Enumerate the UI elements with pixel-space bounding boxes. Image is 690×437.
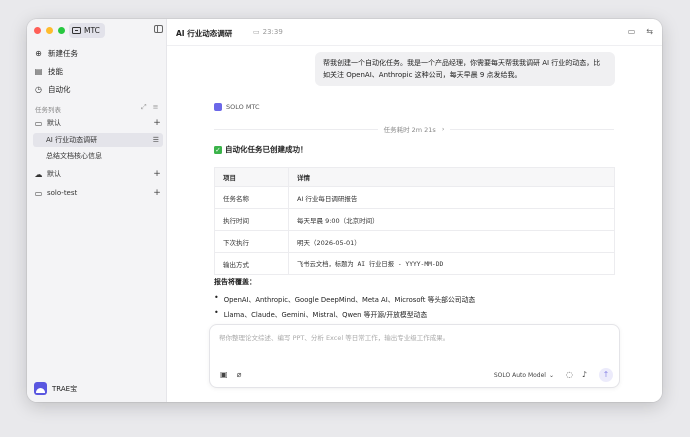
workspace-switcher[interactable]: MTC xyxy=(69,23,105,38)
main-panel: AI 行业动态调研 ▭ 23:39 ▭ ⇆ 帮我创建一个自动化任务。我是一个产品… xyxy=(167,19,662,402)
chevron-down-icon: ⌄ xyxy=(548,372,554,379)
agent-name: SOLO MTC xyxy=(226,103,260,111)
app-logo-icon xyxy=(72,27,81,34)
maximize-window-button[interactable] xyxy=(58,27,65,34)
collapse-sidebar-icon[interactable] xyxy=(154,25,163,33)
task-time: 23:39 xyxy=(262,28,283,36)
list-item-text: Llama、Claude、Gemini、Mistral、Qwen 等开源/开放模… xyxy=(223,311,428,319)
table-cell: 明天（2026-05-01） xyxy=(288,230,615,253)
chevron-right-icon: › xyxy=(441,125,445,133)
user-profile[interactable]: TRAE宝 xyxy=(34,382,77,395)
table-header: 详情 xyxy=(288,167,615,187)
table-cell: 输出方式 xyxy=(214,252,289,275)
model-label: SOLO Auto Model xyxy=(493,372,546,379)
top-bar: AI 行业动态调研 ▭ 23:39 ▭ ⇆ xyxy=(167,19,662,46)
sidebar: MTC ⊕ 新建任务 ▤ 技能 ◷ 自动化 任务列表 ⤢ ≡ ▭ 默认 + AI… xyxy=(27,19,167,402)
prompt-input[interactable] xyxy=(219,334,599,342)
nav-automation[interactable]: ◷ 自动化 xyxy=(34,81,160,97)
attachment-icon[interactable]: ⌀ xyxy=(237,370,242,379)
user-name: TRAE宝 xyxy=(52,384,78,393)
chat-icon[interactable]: ◌ xyxy=(566,370,573,379)
table-row: 执行时间 每天早晨 9:00（北京时间） xyxy=(214,208,615,231)
folder-cloud-default[interactable]: ☁ 默认 + xyxy=(34,167,163,181)
list-item-text: OpenAI、Anthropic、Google DeepMind、Meta AI… xyxy=(223,296,476,304)
avatar xyxy=(34,382,47,395)
list-item: • OpenAI、Anthropic、Google DeepMind、Meta … xyxy=(214,293,476,305)
folder-label: 默认 xyxy=(47,119,61,127)
message-icon[interactable]: ▭ xyxy=(628,27,636,36)
task-list-title: 任务列表 xyxy=(35,106,61,114)
book-icon: ▤ xyxy=(34,66,43,76)
nav-label: 技能 xyxy=(48,66,63,76)
workspace-name: MTC xyxy=(84,26,100,35)
coverage-title: 报告将覆盖： xyxy=(214,278,256,286)
nav-label: 新建任务 xyxy=(48,48,78,58)
folder-icon: ▭ xyxy=(34,188,43,198)
expand-icon[interactable]: ⤢ xyxy=(141,103,147,112)
folder-default[interactable]: ▭ 默认 + xyxy=(34,116,163,130)
nav-skills[interactable]: ▤ 技能 xyxy=(34,63,160,79)
close-window-button[interactable] xyxy=(34,27,41,34)
add-task-button[interactable]: + xyxy=(153,118,161,128)
user-message: 帮我创建一个自动化任务。我是一个产品经理，你需要每天帮我我调研 AI 行业的动态… xyxy=(315,52,615,86)
success-text: 自动化任务已创建成功！ xyxy=(225,145,308,154)
send-button[interactable]: ↑ xyxy=(599,368,613,382)
list-item: • Llama、Claude、Gemini、Mistral、Qwen 等开源/开… xyxy=(214,308,428,320)
minimize-window-button[interactable] xyxy=(46,27,53,34)
folder-solo-test[interactable]: ▭ solo-test + xyxy=(34,186,163,200)
table-header-row: 项目 详情 xyxy=(214,167,615,187)
task-label: AI 行业动态调研 xyxy=(46,136,98,144)
title-meta: ▭ 23:39 xyxy=(253,28,283,36)
check-icon: ✓ xyxy=(214,145,222,154)
success-message: ✓ 自动化任务已创建成功！ xyxy=(214,144,308,155)
nav-new-task[interactable]: ⊕ 新建任务 xyxy=(34,45,160,61)
page-title: AI 行业动态调研 xyxy=(176,29,233,38)
folder-icon: ▭ xyxy=(34,118,43,128)
composer-left-tools: ▣ ⌀ xyxy=(220,370,241,379)
divider xyxy=(214,128,378,130)
filter-icon[interactable]: ≡ xyxy=(153,103,159,112)
elapsed-text: 任务耗时 2m 21s xyxy=(383,126,436,134)
elapsed-divider[interactable]: 任务耗时 2m 21s › xyxy=(214,124,614,134)
bullet-dot: • xyxy=(214,308,219,317)
task-item-summary[interactable]: 总结文档核心信息 xyxy=(33,149,163,163)
table-row: 任务名称 AI 行业每日调研报告 xyxy=(214,186,615,209)
task-list-icon[interactable]: ☰ xyxy=(153,136,159,144)
window-controls xyxy=(34,27,65,34)
agent-header: SOLO MTC xyxy=(214,103,260,111)
add-task-button[interactable]: + xyxy=(153,188,161,198)
table-header: 项目 xyxy=(214,167,289,187)
table-row: 输出方式 飞书云文档，标题为 AI 行业日报 - YYYY-MM-DD xyxy=(214,252,615,275)
clock-icon: ◷ xyxy=(35,84,42,94)
image-icon[interactable]: ▣ xyxy=(220,370,228,379)
nav-label: 自动化 xyxy=(48,84,71,94)
task-item-ai-research[interactable]: AI 行业动态调研 ☰ xyxy=(33,133,163,147)
divider xyxy=(450,128,614,130)
task-list-tools: ⤢ ≡ xyxy=(141,103,158,112)
app-window: MTC ⊕ 新建任务 ▤ 技能 ◷ 自动化 任务列表 ⤢ ≡ ▭ 默认 + AI… xyxy=(27,19,662,402)
top-actions: ▭ ⇆ xyxy=(628,27,653,36)
cloud-icon: ☁ xyxy=(34,169,43,179)
table-cell: 每天早晨 9:00（北京时间） xyxy=(288,208,615,231)
table-cell: 飞书云文档，标题为 AI 行业日报 - YYYY-MM-DD xyxy=(288,252,615,275)
table-cell: 下次执行 xyxy=(214,230,289,253)
agent-logo-icon xyxy=(214,103,222,111)
microphone-icon[interactable]: ♪ xyxy=(582,370,587,379)
table-cell: 任务名称 xyxy=(214,186,289,209)
layout-icon[interactable]: ⇆ xyxy=(646,27,653,36)
plus-circle-icon: ⊕ xyxy=(35,48,42,58)
folder-label: 默认 xyxy=(47,170,61,178)
composer: ▣ ⌀ SOLO Auto Model ⌄ ◌ ♪ ↑ xyxy=(209,324,620,388)
task-label: 总结文档核心信息 xyxy=(46,152,102,160)
task-info-table: 项目 详情 任务名称 AI 行业每日调研报告 执行时间 每天早晨 9:00（北京… xyxy=(214,167,615,275)
bullet-dot: • xyxy=(214,293,219,302)
add-task-button[interactable]: + xyxy=(153,169,161,179)
composer-right-tools: ◌ ♪ xyxy=(566,370,587,379)
table-cell: AI 行业每日调研报告 xyxy=(288,186,615,209)
model-selector[interactable]: SOLO Auto Model ⌄ xyxy=(494,372,554,379)
folder-small-icon: ▭ xyxy=(253,28,260,36)
table-cell: 执行时间 xyxy=(214,208,289,231)
table-row: 下次执行 明天（2026-05-01） xyxy=(214,230,615,253)
folder-label: solo-test xyxy=(47,189,78,197)
